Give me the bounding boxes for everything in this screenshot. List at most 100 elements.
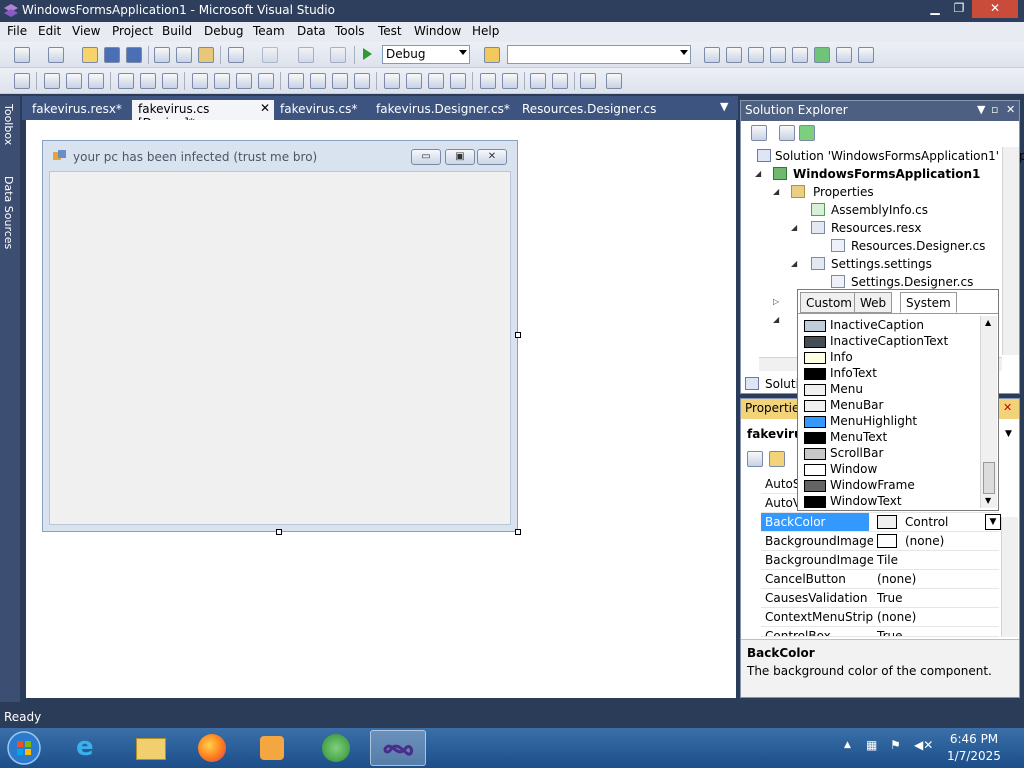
- menu-test[interactable]: Test: [378, 24, 402, 38]
- panel-close-icon[interactable]: ✕: [1006, 103, 1015, 116]
- properties-window-icon[interactable]: [726, 47, 742, 63]
- solution-configuration-select[interactable]: Debug: [382, 45, 470, 64]
- firefox-button[interactable]: [186, 730, 242, 766]
- size-to-grid-icon[interactable]: [214, 73, 230, 89]
- file-explorer-button[interactable]: [124, 730, 180, 766]
- menu-window[interactable]: Window: [414, 24, 461, 38]
- property-row[interactable]: BackgroundImage (none): [761, 532, 999, 551]
- tab-fakevirus-cs[interactable]: fakevirus.cs*: [274, 100, 363, 120]
- save-all-icon[interactable]: [126, 47, 142, 63]
- scroll-thumb[interactable]: [983, 462, 995, 494]
- menu-view[interactable]: View: [72, 24, 100, 38]
- redo-icon[interactable]: [262, 47, 278, 63]
- new-project-icon[interactable]: [14, 47, 30, 63]
- increase-vertical-spacing-icon[interactable]: [406, 73, 422, 89]
- object-browser-icon[interactable]: [748, 47, 764, 63]
- increase-horizontal-spacing-icon[interactable]: [310, 73, 326, 89]
- make-same-width-icon[interactable]: [192, 73, 208, 89]
- scroll-down-icon[interactable]: ▼: [985, 496, 991, 505]
- decrease-horizontal-spacing-icon[interactable]: [332, 73, 348, 89]
- panel-close-icon[interactable]: ✕: [1003, 401, 1012, 414]
- tab-custom[interactable]: Custom: [800, 292, 858, 313]
- add-item-icon[interactable]: [48, 47, 64, 63]
- find-combo[interactable]: [507, 45, 691, 64]
- solution-explorer-bottom-tab[interactable]: Soluti: [765, 377, 799, 391]
- app-button[interactable]: [308, 730, 364, 766]
- internet-explorer-button[interactable]: e: [62, 730, 118, 766]
- resize-handle-bottom[interactable]: [276, 529, 282, 535]
- form-client-area[interactable]: [49, 171, 511, 525]
- tab-web[interactable]: Web: [854, 292, 893, 313]
- center-horizontally-icon[interactable]: [480, 73, 496, 89]
- data-sources-tab[interactable]: Data Sources: [2, 176, 15, 249]
- make-same-size-icon[interactable]: [258, 73, 274, 89]
- send-to-back-icon[interactable]: [552, 73, 568, 89]
- property-row[interactable]: BackgroundImageLa Tile: [761, 551, 999, 570]
- close-window-button[interactable]: ✕: [972, 0, 1018, 18]
- start-page-icon[interactable]: [814, 47, 830, 63]
- clock-date[interactable]: 1/7/2025: [944, 749, 1004, 763]
- solution-explorer-scrollbar[interactable]: [1002, 147, 1019, 355]
- extension-manager-icon[interactable]: [836, 47, 852, 63]
- action-center-flag-icon[interactable]: ⚑: [890, 738, 901, 752]
- menu-debug[interactable]: Debug: [204, 24, 243, 38]
- show-hidden-icons-icon[interactable]: ▲: [844, 740, 851, 750]
- tab-fakevirus-design[interactable]: fakevirus.cs [Design]*: [132, 100, 274, 130]
- scroll-up-icon[interactable]: ▲: [985, 318, 991, 327]
- categorized-icon[interactable]: [747, 451, 763, 467]
- tree-project[interactable]: WindowsFormsApplication1: [793, 167, 980, 181]
- vertical-spacing-equal-icon[interactable]: [384, 73, 400, 89]
- menu-project[interactable]: Project: [112, 24, 153, 38]
- show-all-files-icon[interactable]: [779, 125, 795, 141]
- panel-dropdown-icon[interactable]: ▼: [977, 103, 985, 116]
- horizontal-spacing-equal-icon[interactable]: [288, 73, 304, 89]
- visual-studio-taskbar-button[interactable]: [370, 730, 426, 766]
- open-folder-icon[interactable]: [82, 47, 98, 63]
- alphabetical-icon[interactable]: [769, 451, 785, 467]
- toolbox-icon[interactable]: [770, 47, 786, 63]
- toolbox-tab[interactable]: Toolbox: [2, 104, 15, 145]
- align-middles-icon[interactable]: [140, 73, 156, 89]
- remove-vertical-spacing-icon[interactable]: [450, 73, 466, 89]
- start-debugging-icon[interactable]: [360, 47, 374, 61]
- menu-edit[interactable]: Edit: [38, 24, 61, 38]
- menu-team[interactable]: Team: [253, 24, 285, 38]
- designed-form[interactable]: your pc has been infected (trust me bro)…: [42, 140, 518, 532]
- collapse-triangle-icon[interactable]: ◢: [791, 259, 797, 268]
- tree-settings[interactable]: Settings.settings: [831, 257, 932, 271]
- tree-resources-resx[interactable]: Resources.resx: [831, 221, 922, 235]
- properties-icon[interactable]: [751, 125, 767, 141]
- menu-build[interactable]: Build: [162, 24, 192, 38]
- properties-scrollbar[interactable]: [1001, 517, 1018, 637]
- clock-time[interactable]: 6:46 PM: [944, 732, 1004, 746]
- bring-to-front-icon[interactable]: [530, 73, 546, 89]
- object-dropdown-icon[interactable]: ▼: [1005, 429, 1012, 439]
- remove-horizontal-spacing-icon[interactable]: [354, 73, 370, 89]
- media-player-button[interactable]: [246, 730, 302, 766]
- network-icon[interactable]: ▦: [866, 738, 877, 752]
- make-same-height-icon[interactable]: [236, 73, 252, 89]
- collapse-triangle-icon[interactable]: ◢: [791, 223, 797, 232]
- undo-icon[interactable]: [228, 47, 244, 63]
- cut-icon[interactable]: [154, 47, 170, 63]
- start-button[interactable]: [0, 730, 48, 766]
- tab-system[interactable]: System: [900, 292, 957, 313]
- tab-fakevirus-resx[interactable]: fakevirus.resx*: [26, 100, 128, 120]
- tree-settings-designer[interactable]: Settings.Designer.cs: [851, 275, 973, 289]
- collapse-triangle-icon[interactable]: ◢: [755, 169, 761, 178]
- menu-help[interactable]: Help: [472, 24, 499, 38]
- pin-icon[interactable]: ▫: [991, 103, 998, 116]
- align-centers-icon[interactable]: [66, 73, 82, 89]
- collapse-triangle-icon[interactable]: ◢: [773, 187, 779, 196]
- property-row[interactable]: ContextMenuStrip (none): [761, 608, 999, 627]
- command-window-icon[interactable]: [858, 47, 874, 63]
- resize-handle-corner[interactable]: [515, 529, 521, 535]
- tab-order-icon[interactable]: [580, 73, 596, 89]
- property-row[interactable]: ControlBox True: [761, 627, 999, 637]
- resize-handle-right[interactable]: [515, 332, 521, 338]
- lock-controls-icon[interactable]: [606, 73, 622, 89]
- paste-icon[interactable]: [198, 47, 214, 63]
- solution-explorer-icon[interactable]: [704, 47, 720, 63]
- tab-fakevirus-designer-cs[interactable]: fakevirus.Designer.cs*: [370, 100, 516, 120]
- align-to-grid-icon[interactable]: [14, 73, 30, 89]
